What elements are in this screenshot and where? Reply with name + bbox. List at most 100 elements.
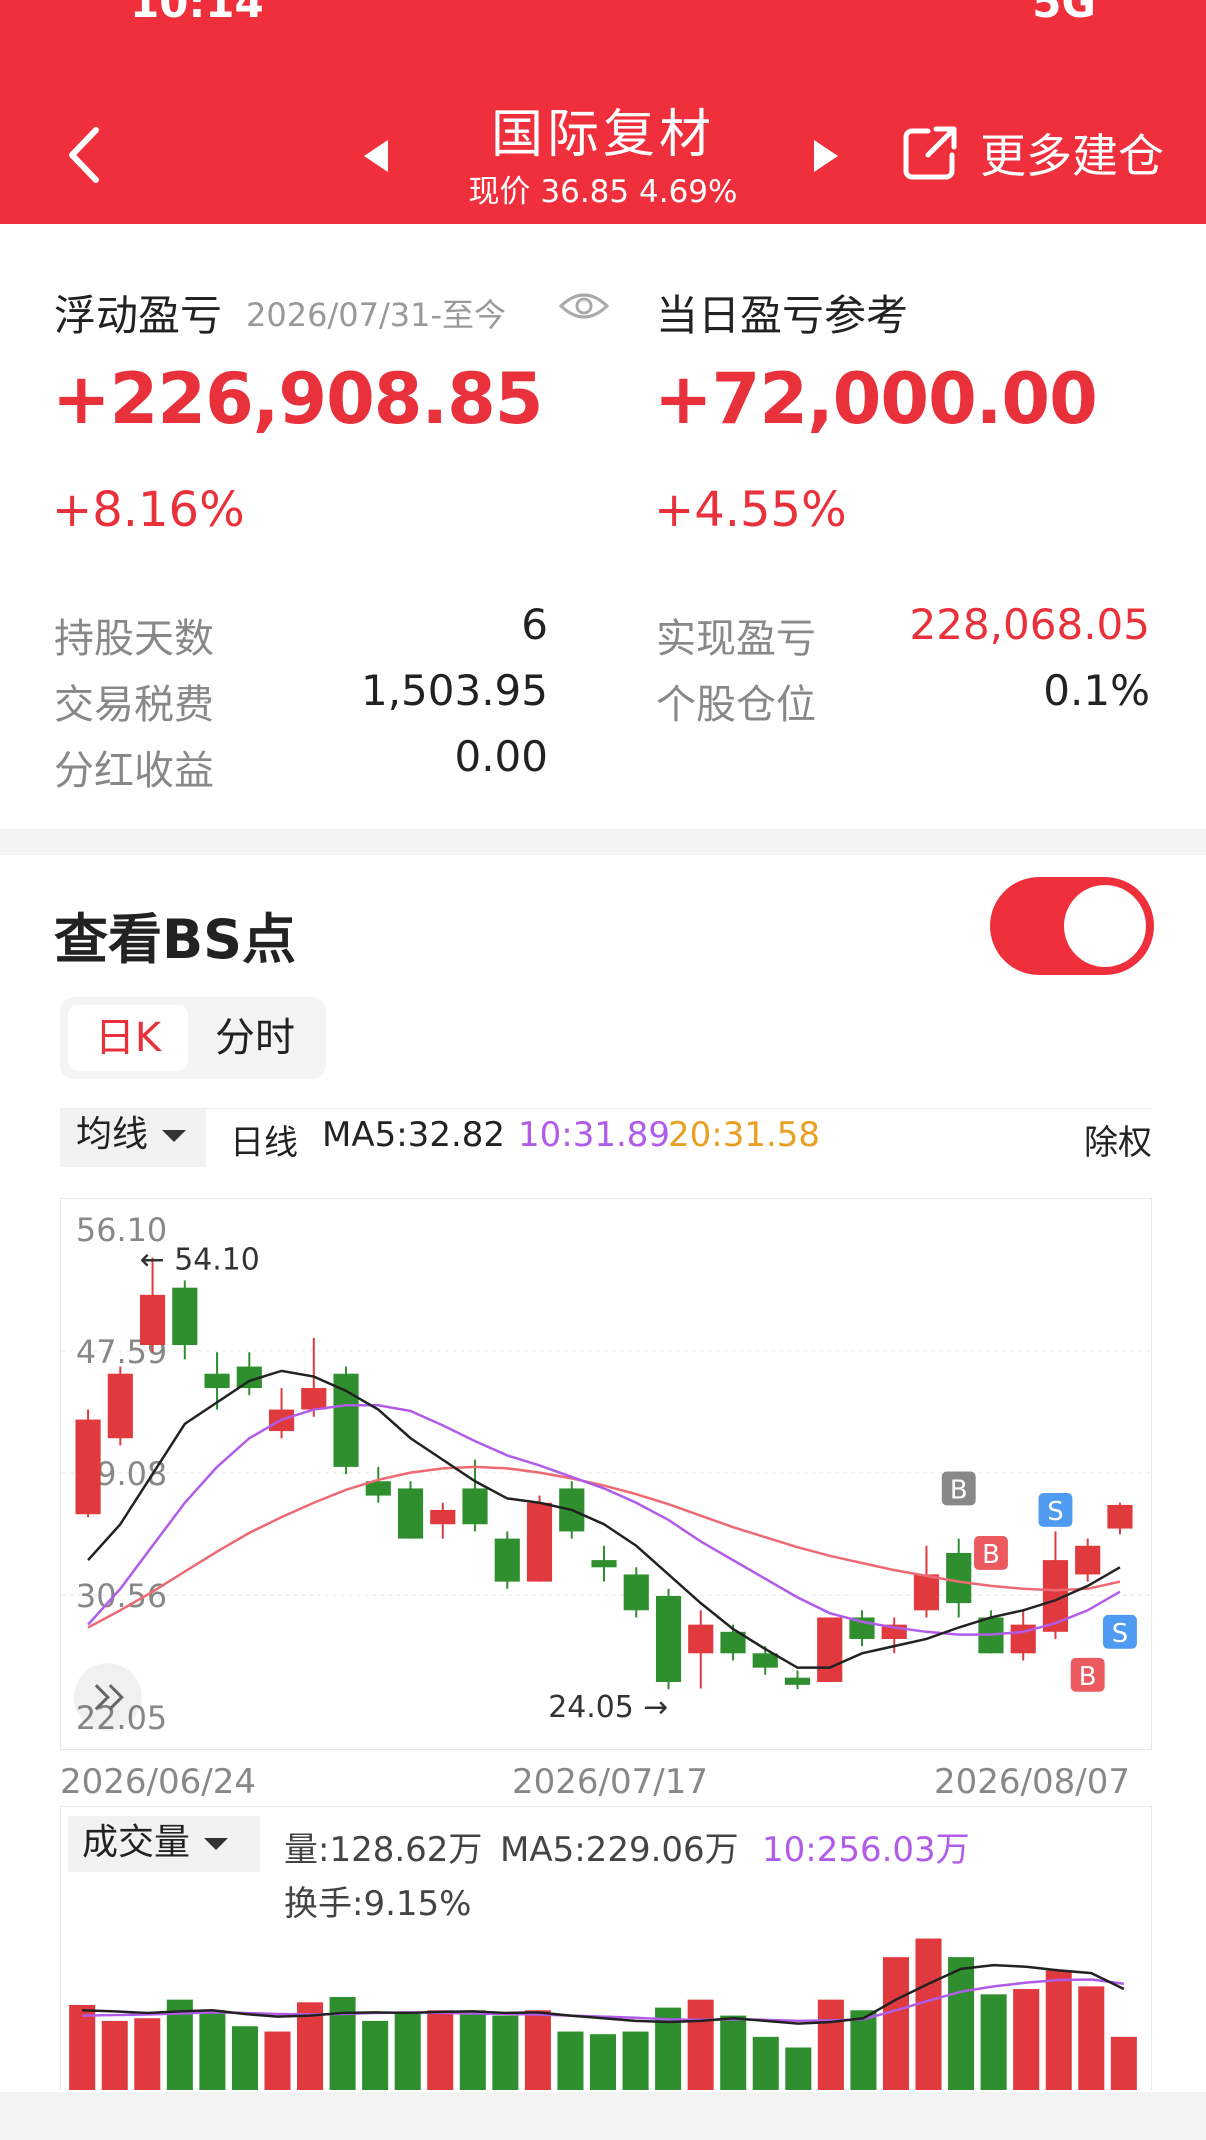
candle-body <box>462 1488 488 1525</box>
volume-bar <box>622 2031 649 2090</box>
status-time: 10:14 <box>130 0 264 27</box>
volume-ma5: MA5:229.06万 <box>500 1830 739 1870</box>
volume-bar <box>915 1938 942 2090</box>
volume-ma10: 10:256.03万 <box>762 1830 970 1870</box>
volume-bar <box>752 2036 779 2090</box>
daily-pl-label: 当日盈亏参考 <box>656 291 909 340</box>
next-stock-icon[interactable] <box>812 138 842 174</box>
candle-body <box>75 1419 101 1515</box>
candle-body <box>139 1294 166 1346</box>
candle-body <box>397 1488 424 1539</box>
volume-bar <box>427 2010 454 2090</box>
chart-tab-group: 日K 分时 <box>60 997 326 1079</box>
volume-bar <box>687 1999 714 2090</box>
x-label-start: 2026/06/24 <box>60 1762 256 1802</box>
candle-body <box>1075 1545 1101 1575</box>
bs-points-toggle[interactable] <box>990 877 1154 975</box>
eye-icon[interactable] <box>558 286 610 326</box>
adjust-label[interactable]: 除权 <box>1084 1115 1152 1164</box>
candle-body <box>946 1552 972 1604</box>
external-link-icon <box>903 126 957 180</box>
candle-body <box>591 1560 617 1568</box>
position-ratio-label: 个股仓位 <box>656 682 816 728</box>
more-positions-label: 更多建仓 <box>980 129 1164 183</box>
realized-pl-value: 228,068.05 <box>909 600 1150 649</box>
candle-body <box>204 1373 230 1389</box>
candle-body <box>688 1624 714 1654</box>
candle-body <box>526 1502 553 1582</box>
position-ratio-value: 0.1% <box>1043 666 1150 715</box>
ma20-value: 20:31.58 <box>668 1115 821 1155</box>
bs-marker-label: B <box>1079 1662 1097 1692</box>
volume-bar <box>524 2010 551 2090</box>
volume-bar <box>589 2034 617 2090</box>
ma5-line <box>87 1369 1121 1669</box>
bs-marker-label: B <box>950 1475 968 1505</box>
candle-body <box>107 1373 133 1439</box>
holding-days-value: 6 <box>521 600 548 649</box>
volume-select[interactable]: 成交量 <box>68 1816 260 1872</box>
x-label-mid: 2026/07/17 <box>512 1762 708 1802</box>
dividend-label: 分红收益 <box>54 748 214 794</box>
volume-bar <box>1045 1970 1072 2090</box>
holding-days-label: 持股天数 <box>54 616 214 662</box>
volume-bar <box>362 2020 389 2090</box>
more-positions-button[interactable]: 更多建仓 <box>898 120 1164 186</box>
volume-bar <box>459 2010 486 2090</box>
header: 10:14 5G 国际复材 现价 36.85 4.69% 更多建仓 <box>0 0 1206 224</box>
volume-bar <box>1110 2036 1137 2090</box>
trading-fees-value: 1,503.95 <box>360 666 548 715</box>
volume-bar <box>1078 1986 1105 2090</box>
daily-pl-value: +72,000.00 <box>654 358 1098 440</box>
floating-pl-value: +226,908.85 <box>52 358 543 440</box>
volume-bar <box>817 1999 844 2090</box>
chevron-down-icon <box>204 1838 229 1850</box>
volume-bar <box>882 1957 909 2090</box>
volume-bar <box>101 2020 128 2090</box>
bottom-band <box>0 2092 1206 2140</box>
candle-body <box>784 1677 811 1685</box>
volume-bar <box>134 2018 161 2090</box>
volume-bar <box>231 2026 258 2090</box>
bs-marker-label: S <box>1112 1619 1128 1649</box>
candle-body <box>623 1574 649 1611</box>
trading-fees-label: 交易税费 <box>54 682 214 728</box>
x-label-end: 2026/08/07 <box>934 1762 1130 1802</box>
tab-intraday[interactable]: 分时 <box>192 1005 318 1071</box>
status-network: 5G <box>1032 0 1096 27</box>
floating-pl-percent: +8.16% <box>52 482 245 538</box>
volume-bar <box>394 2012 421 2090</box>
bs-marker-label: S <box>1047 1497 1063 1527</box>
volume-select-label: 成交量 <box>82 1822 191 1863</box>
volume-bar <box>850 2010 877 2090</box>
daily-pl-percent: +4.55% <box>654 482 847 538</box>
ma5-value: MA5:32.82 <box>322 1115 506 1155</box>
section-divider <box>0 829 1206 855</box>
toggle-knob <box>1064 885 1146 967</box>
volume-bar <box>69 2004 96 2090</box>
volume-bar <box>980 1994 1007 2090</box>
turnover-value: 换手:9.15% <box>284 1884 472 1924</box>
candle-body <box>655 1595 682 1682</box>
volume-bar <box>492 2015 519 2090</box>
candle-body <box>913 1574 940 1611</box>
low-annotation: 24.05 → <box>548 1690 668 1725</box>
volume-bar <box>785 2047 812 2090</box>
candle-body <box>1107 1504 1133 1529</box>
ma-select-label: 均线 <box>76 1114 149 1155</box>
bs-marker-label: B <box>982 1540 1000 1570</box>
candlestick-chart[interactable]: 56.1047.5939.0830.5622.05← 54.1024.05 →B… <box>60 1198 1152 1750</box>
period-label: 日线 <box>230 1123 298 1163</box>
volume-value: 量:128.62万 <box>284 1830 483 1870</box>
bs-points-title: 查看BS点 <box>54 908 297 971</box>
floating-pl-label: 浮动盈亏 <box>54 291 223 340</box>
date-range: 2026/07/31-至今 <box>246 296 506 334</box>
ma-select[interactable]: 均线 <box>60 1109 206 1167</box>
chevron-down-icon <box>162 1130 187 1142</box>
volume-bar <box>264 2031 291 2090</box>
ma-indicator-row: 均线 日线 MA5:32.82 10:31.89 20:31.58 除权 <box>60 1108 1152 1167</box>
volume-bar <box>557 2031 584 2090</box>
candle-body <box>301 1388 327 1410</box>
tab-daily-k[interactable]: 日K <box>68 1005 188 1071</box>
candle-body <box>172 1287 198 1346</box>
